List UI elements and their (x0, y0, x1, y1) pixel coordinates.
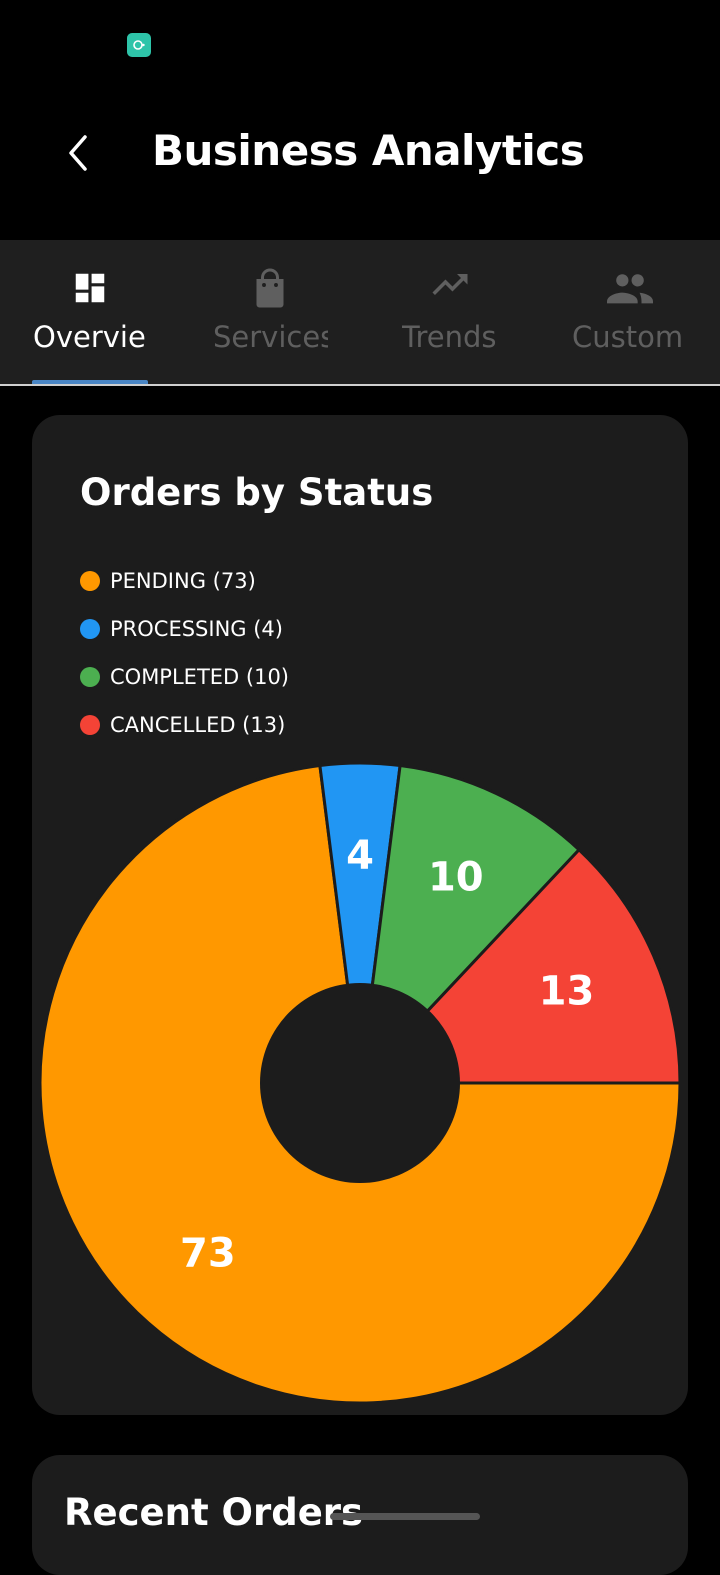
active-tab-indicator (32, 380, 148, 384)
card-title: Recent Orders (64, 1491, 364, 1534)
legend-swatch (80, 571, 100, 591)
legend-label: COMPLETED (10) (110, 665, 289, 689)
status-bar (0, 0, 720, 90)
tab-label: Overvie (33, 320, 145, 354)
pie-data-label: 13 (539, 969, 595, 1015)
legend-swatch (80, 667, 100, 687)
back-arrow-icon (69, 135, 87, 171)
legend-item-pending: PENDING (73) (80, 557, 289, 605)
legend-label: CANCELLED (13) (110, 713, 286, 737)
tab-label: Trends (402, 320, 497, 354)
donut-hole (260, 983, 460, 1183)
tab-customers[interactable]: Custom (540, 240, 720, 384)
pie-data-label: 73 (180, 1231, 236, 1277)
legend-swatch (80, 715, 100, 735)
notification-app-icon (127, 33, 151, 57)
page-title: Business Analytics (152, 126, 585, 175)
tab-trends[interactable]: Trends (360, 240, 540, 384)
dashboard-icon (75, 273, 105, 303)
legend-item-processing: PROCESSING (4) (80, 605, 289, 653)
pie-data-label: 10 (428, 854, 484, 900)
orders-pie-chart: 73 4 10 13 (32, 745, 688, 1415)
tab-services[interactable]: Services (180, 240, 360, 384)
scroll-indicator (330, 1513, 480, 1520)
card-title: Orders by Status (80, 471, 434, 514)
trending-up-icon (432, 274, 468, 295)
pie-chart-svg: 73 4 10 13 (38, 761, 682, 1405)
people-icon (607, 274, 653, 304)
shopping-bag-icon (256, 268, 284, 308)
pie-data-label: 4 (346, 833, 374, 879)
tab-label: Custom (572, 320, 683, 354)
tab-bar: Overvie Services Trends Custom (0, 240, 720, 386)
app-bar: Business Analytics (0, 90, 720, 240)
back-button[interactable] (50, 120, 106, 186)
tab-overview[interactable]: Overvie (0, 240, 180, 384)
chart-legend: PENDING (73) PROCESSING (4) COMPLETED (1… (80, 557, 289, 749)
tab-label: Services (213, 320, 328, 354)
legend-label: PENDING (73) (110, 569, 256, 593)
legend-item-completed: COMPLETED (10) (80, 653, 289, 701)
legend-item-cancelled: CANCELLED (13) (80, 701, 289, 749)
legend-swatch (80, 619, 100, 639)
legend-label: PROCESSING (4) (110, 617, 283, 641)
orders-by-status-card: Orders by Status PENDING (73) PROCESSING… (32, 415, 688, 1415)
